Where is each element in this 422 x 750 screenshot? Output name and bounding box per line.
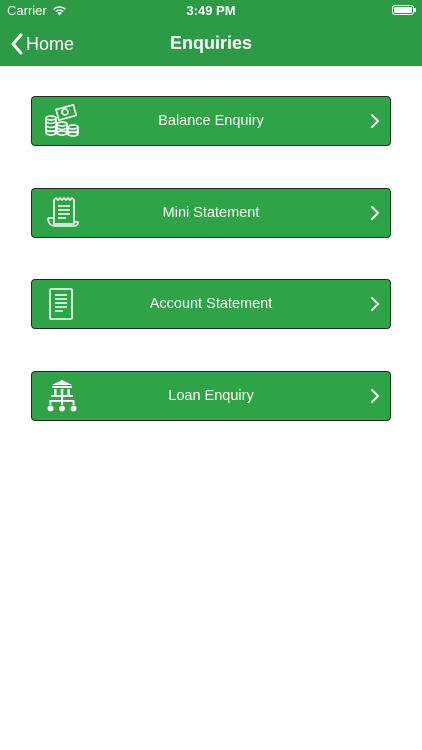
mini-statement-label: Mini Statement xyxy=(162,204,260,221)
battery-icon xyxy=(392,5,416,15)
chevron-right-icon xyxy=(371,114,379,128)
status-time: 3:49 PM xyxy=(186,3,236,18)
status-bar: Carrier 3:49 PM xyxy=(0,0,422,22)
app-header: Carrier 3:49 PM Home Enquiries xyxy=(0,0,422,66)
balance-enquiry-button[interactable]: Balance Enquiry xyxy=(31,96,391,146)
account-statement-button[interactable]: Account Statement xyxy=(31,279,391,329)
page-title: Enquiries xyxy=(169,33,253,53)
chevron-right-icon xyxy=(371,205,379,220)
enquiry-menu: Balance Enquiry Mini Statement Account S… xyxy=(31,96,391,462)
chevron-right-icon xyxy=(371,388,379,403)
account-statement-label: Account Statement xyxy=(149,296,273,312)
loan-enquiry-button[interactable]: Loan Enquiry xyxy=(31,370,391,421)
balance-enquiry-label: Balance Enquiry xyxy=(158,113,264,129)
loan-enquiry-label: Loan Enquiry xyxy=(168,387,254,404)
chevron-right-icon xyxy=(371,297,379,311)
mini-statement-button[interactable]: Mini Statement xyxy=(31,187,391,238)
